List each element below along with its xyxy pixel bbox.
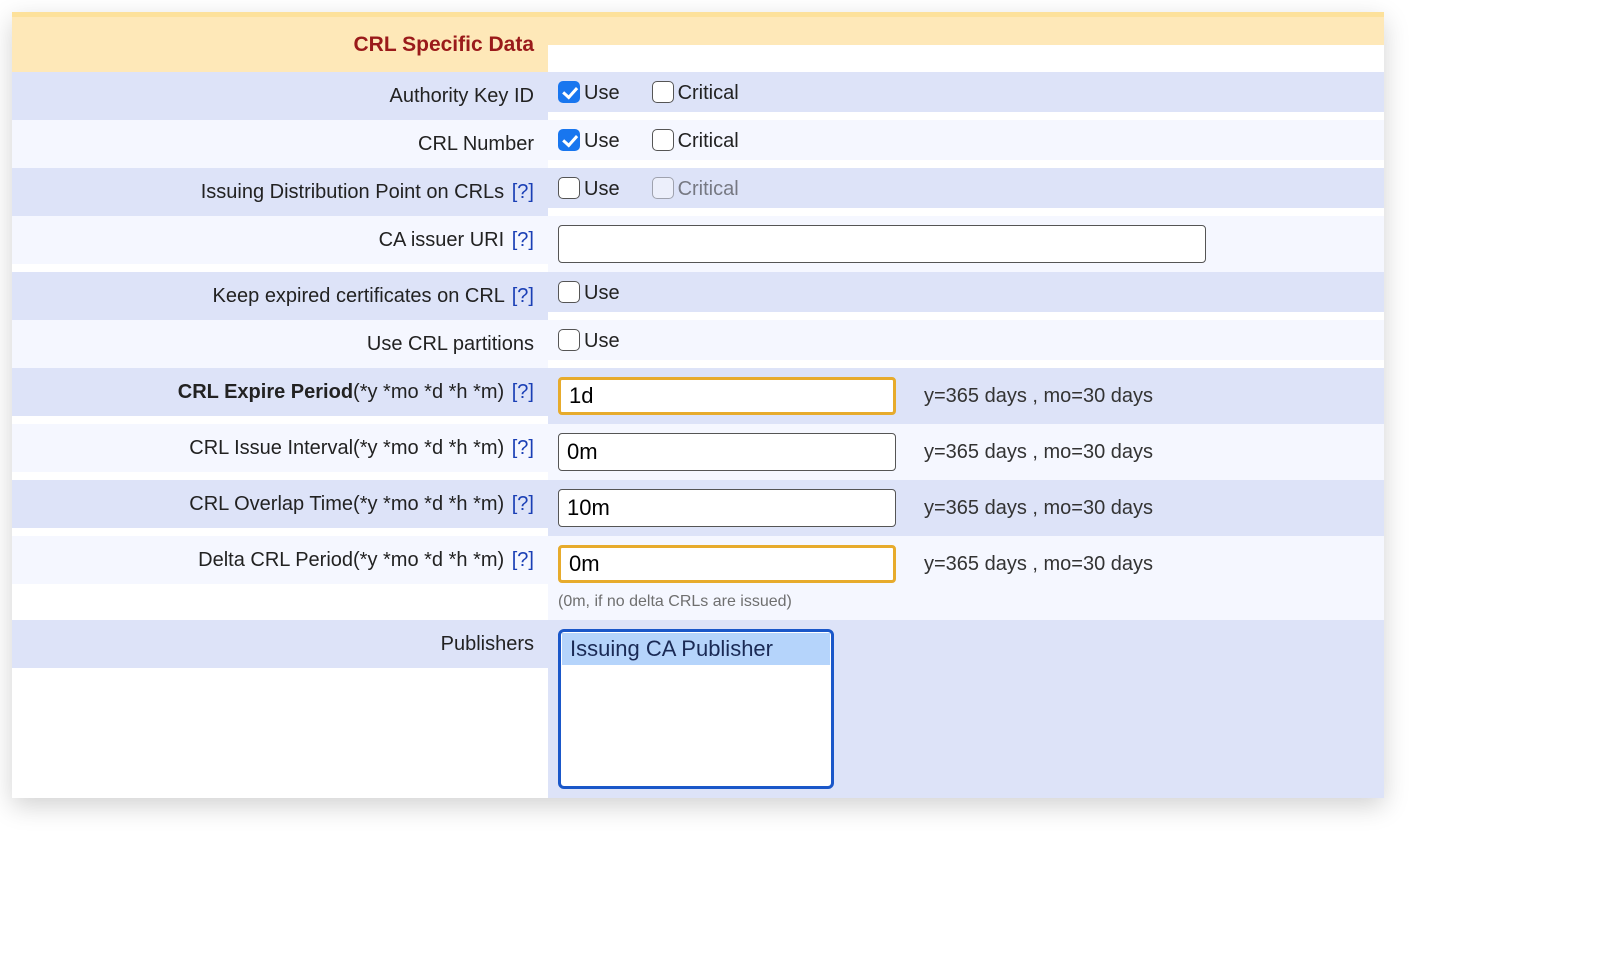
crl-expire-period-label-bold: CRL Expire Period: [178, 381, 353, 403]
issuing-distribution-point-label: Issuing Distribution Point on CRLs: [201, 181, 504, 203]
keep-expired-label: Keep expired certificates on CRL: [213, 285, 505, 307]
row-crl-expire-period: CRL Expire Period(*y *mo *d *h *m) [?] y…: [12, 368, 1384, 424]
row-ca-issuer-uri: CA issuer URI [?]: [12, 216, 1384, 272]
crl-expire-period-label-suffix: (*y *mo *d *h *m): [353, 381, 504, 403]
publishers-label: Publishers: [441, 633, 534, 655]
row-crl-number: CRL Number Use Critical: [12, 120, 1384, 168]
row-crl-overlap-time: CRL Overlap Time(*y *mo *d *h *m) [?] y=…: [12, 480, 1384, 536]
period-units-hint: y=365 days , mo=30 days: [924, 441, 1153, 464]
help-icon[interactable]: [?]: [510, 549, 534, 571]
crl-overlap-time-input[interactable]: [558, 489, 896, 527]
delta-crl-period-label: Delta CRL Period(*y *mo *d *h *m): [198, 549, 504, 571]
help-icon[interactable]: [?]: [510, 381, 534, 403]
row-delta-crl-period: Delta CRL Period(*y *mo *d *h *m) [?] y=…: [12, 536, 1384, 620]
use-label: Use: [584, 130, 620, 151]
use-label: Use: [584, 82, 620, 103]
section-header-row: CRL Specific Data: [12, 17, 1384, 72]
row-use-crl-partitions: Use CRL partitions Use: [12, 320, 1384, 368]
row-crl-issue-interval: CRL Issue Interval(*y *mo *d *h *m) [?] …: [12, 424, 1384, 480]
period-units-hint: y=365 days , mo=30 days: [924, 553, 1153, 576]
ca-issuer-uri-label: CA issuer URI: [379, 229, 505, 251]
period-units-hint: y=365 days , mo=30 days: [924, 497, 1153, 520]
delta-crl-period-note: (0m, if no delta CRLs are issued): [558, 593, 1370, 611]
issuing-distribution-point-critical-checkbox: [652, 177, 674, 199]
crl-issue-interval-label: CRL Issue Interval(*y *mo *d *h *m): [189, 437, 504, 459]
help-icon[interactable]: [?]: [510, 229, 534, 251]
row-publishers: Publishers Issuing CA Publisher: [12, 620, 1384, 798]
use-label: Use: [584, 282, 620, 303]
use-crl-partitions-checkbox[interactable]: [558, 329, 580, 351]
period-units-hint: y=365 days , mo=30 days: [924, 385, 1153, 408]
help-icon[interactable]: [?]: [510, 437, 534, 459]
use-label: Use: [584, 178, 620, 199]
crl-overlap-time-label: CRL Overlap Time(*y *mo *d *h *m): [189, 493, 504, 515]
crl-issue-interval-input[interactable]: [558, 433, 896, 471]
critical-label: Critical: [678, 82, 739, 103]
authority-key-id-label: Authority Key ID: [389, 85, 534, 107]
critical-label: Critical: [678, 178, 739, 199]
use-crl-partitions-label: Use CRL partitions: [367, 333, 534, 355]
help-icon[interactable]: [?]: [510, 181, 534, 203]
section-title: CRL Specific Data: [354, 33, 535, 56]
authority-key-id-critical-checkbox[interactable]: [652, 81, 674, 103]
crl-expire-period-input[interactable]: [558, 377, 896, 415]
help-icon[interactable]: [?]: [510, 493, 534, 515]
publishers-listbox[interactable]: Issuing CA Publisher: [558, 629, 834, 789]
issuing-distribution-point-use-checkbox[interactable]: [558, 177, 580, 199]
delta-crl-period-input[interactable]: [558, 545, 896, 583]
publishers-option[interactable]: Issuing CA Publisher: [562, 633, 830, 665]
ca-issuer-uri-input[interactable]: [558, 225, 1206, 263]
help-icon[interactable]: [?]: [510, 285, 534, 307]
crl-number-label: CRL Number: [418, 133, 534, 155]
use-label: Use: [584, 330, 620, 351]
row-issuing-distribution-point: Issuing Distribution Point on CRLs [?] U…: [12, 168, 1384, 216]
keep-expired-use-checkbox[interactable]: [558, 281, 580, 303]
crl-number-use-checkbox[interactable]: [558, 129, 580, 151]
row-keep-expired: Keep expired certificates on CRL [?] Use: [12, 272, 1384, 320]
crl-number-critical-checkbox[interactable]: [652, 129, 674, 151]
critical-label: Critical: [678, 130, 739, 151]
row-authority-key-id: Authority Key ID Use Critical: [12, 72, 1384, 120]
authority-key-id-use-checkbox[interactable]: [558, 81, 580, 103]
crl-specific-data-panel: CRL Specific Data Authority Key ID Use C…: [12, 12, 1384, 798]
